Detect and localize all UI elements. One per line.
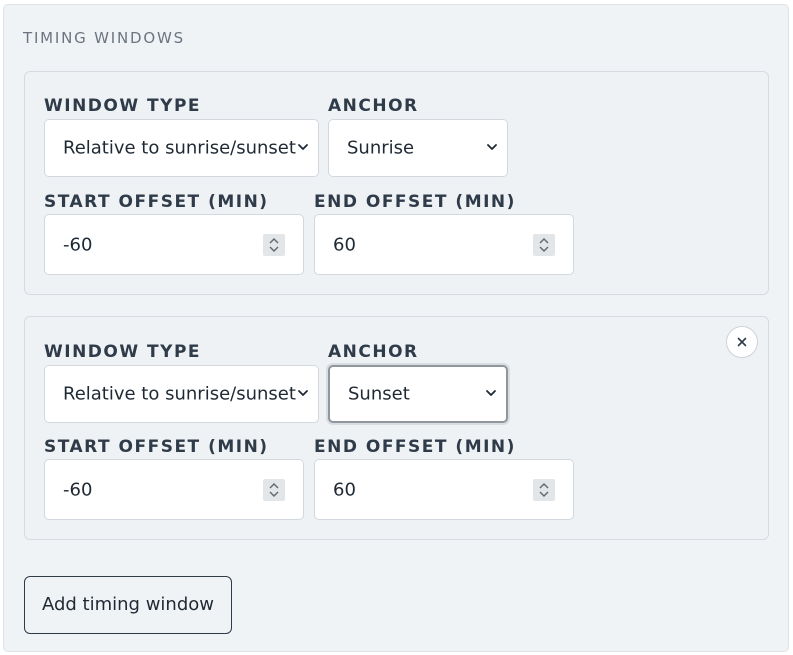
start-offset-input[interactable]: -60 (44, 459, 304, 520)
remove-window-button[interactable] (726, 326, 758, 358)
timing-windows-panel: TIMING WINDOWS WINDOW TYPE Relative to s… (3, 4, 789, 652)
window-type-label: WINDOW TYPE (44, 96, 202, 116)
stepper-icon[interactable] (263, 478, 285, 501)
end-offset-label: END OFFSET (MIN) (314, 437, 516, 457)
end-offset-label: END OFFSET (MIN) (314, 192, 516, 212)
chevron-down-icon (486, 390, 496, 396)
window-type-select[interactable]: Relative to sunrise/sunset (44, 365, 319, 423)
anchor-select[interactable]: Sunset (328, 365, 508, 423)
anchor-select[interactable]: Sunrise (328, 119, 508, 177)
window-type-select[interactable]: Relative to sunrise/sunset (44, 119, 319, 177)
anchor-value: Sunrise (347, 137, 415, 159)
anchor-label: ANCHOR (328, 96, 419, 116)
close-icon (737, 337, 747, 347)
window-type-value: Relative to sunrise/sunset (63, 383, 296, 405)
window-type-label: WINDOW TYPE (44, 342, 202, 362)
start-offset-value: -60 (63, 234, 93, 255)
chevron-down-icon (487, 144, 497, 150)
chevron-down-icon (298, 390, 308, 396)
stepper-icon[interactable] (533, 478, 555, 501)
start-offset-input[interactable]: -60 (44, 214, 304, 275)
stepper-icon[interactable] (533, 233, 555, 256)
end-offset-value: 60 (333, 234, 356, 255)
end-offset-input[interactable]: 60 (314, 214, 574, 275)
chevron-down-icon (298, 144, 308, 150)
start-offset-label: START OFFSET (MIN) (44, 192, 269, 212)
end-offset-value: 60 (333, 479, 356, 500)
add-timing-window-button[interactable]: Add timing window (24, 576, 232, 634)
start-offset-label: START OFFSET (MIN) (44, 437, 269, 457)
anchor-label: ANCHOR (328, 342, 419, 362)
timing-window-card: WINDOW TYPE Relative to sunrise/sunset A… (24, 71, 769, 295)
window-type-value: Relative to sunrise/sunset (63, 137, 296, 159)
anchor-value: Sunset (348, 383, 410, 405)
stepper-icon[interactable] (263, 233, 285, 256)
section-title: TIMING WINDOWS (23, 29, 185, 47)
timing-window-card: WINDOW TYPE Relative to sunrise/sunset A… (24, 316, 769, 540)
start-offset-value: -60 (63, 479, 93, 500)
end-offset-input[interactable]: 60 (314, 459, 574, 520)
